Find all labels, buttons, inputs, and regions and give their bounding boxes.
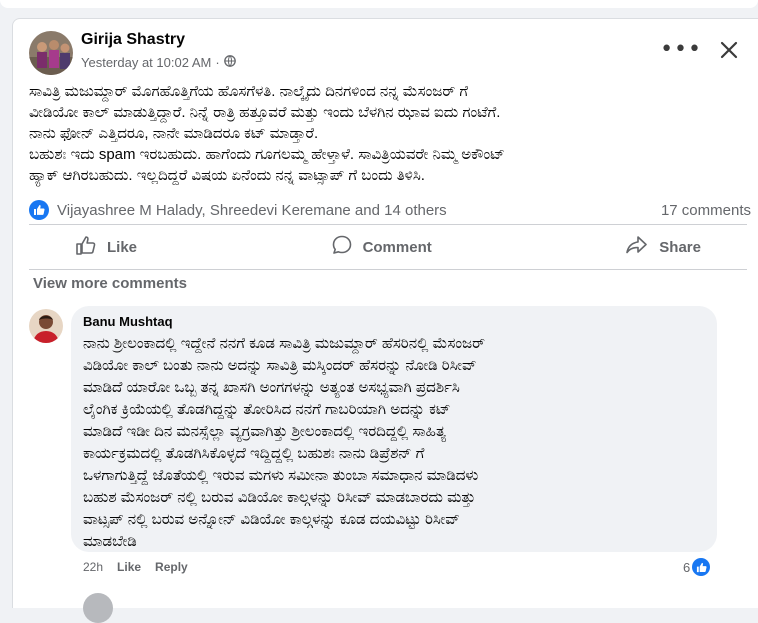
close-icon[interactable] [718,39,740,61]
next-commenter-avatar[interactable] [83,593,113,623]
commenter-avatar[interactable] [29,309,63,343]
reactions-summary: Vijayashree M Halady, Shreedevi Keremane… [29,199,751,221]
reactors-names[interactable]: Vijayashree M Halady, Shreedevi Keremane… [57,202,447,219]
view-more-comments-link[interactable]: View more comments [33,275,187,292]
post-action-bar: Like Comment Share [29,227,747,267]
divider-bottom [29,269,747,270]
comment-bubble-icon [331,234,353,260]
post-meta: Yesterday at 10:02 AM · [81,55,236,70]
like-reaction-icon [29,200,49,220]
like-label: Like [107,238,138,256]
like-reaction-icon [692,558,711,576]
comment-actions: 22h Like Reply [83,560,188,574]
meta-separator: · [215,55,220,70]
comment-author-name[interactable]: Banu Mushtaq [83,314,705,329]
share-arrow-icon [625,234,649,260]
comment-body-text: ನಾನು ಶ್ರೀಲಂಕಾದಲ್ಲಿ ಇದ್ದೇನೆ ನನಗೆ ಕೂಡ ಸಾವಿ… [83,335,485,550]
reactors-group[interactable]: Vijayashree M Halady, Shreedevi Keremane… [29,200,447,220]
comment-reaction-summary[interactable]: 6 [683,558,711,576]
divider-top [29,224,747,225]
globe-icon [223,55,236,70]
comments-count[interactable]: 17 comments [661,202,751,219]
previous-card-edge [0,0,758,8]
post-body-text: ಸಾವಿತ್ರಿ ಮಜುಮ್ದಾರ್ ಮೊಗಹೊತ್ತಿಗೆಯ ಹೊಸಗೆಳತಿ… [29,83,505,184]
share-button[interactable]: Share [579,228,747,266]
comment-label: Comment [362,238,432,256]
post-header-actions: ••• [660,39,740,61]
comment-reaction-count: 6 [683,559,691,575]
post-card: Girija Shastry Yesterday at 10:02 AM · •… [12,18,758,623]
share-label: Share [659,238,701,256]
thumbs-up-icon [75,234,97,260]
comment-button[interactable]: Comment [285,228,478,266]
post-timestamp[interactable]: Yesterday at 10:02 AM [81,55,211,70]
comment-bubble: Banu Mushtaq ನಾನು ಶ್ರೀಲಂಕಾದಲ್ಲಿ ಇದ್ದೇನೆ … [71,306,717,552]
more-options-icon[interactable]: ••• [660,39,702,61]
author-avatar[interactable] [29,31,73,75]
comment-like-button[interactable]: Like [117,560,141,574]
post-author-name[interactable]: Girija Shastry [81,31,185,49]
like-button[interactable]: Like [29,228,183,266]
comment-reply-button[interactable]: Reply [155,560,188,574]
comment-time[interactable]: 22h [83,560,103,574]
